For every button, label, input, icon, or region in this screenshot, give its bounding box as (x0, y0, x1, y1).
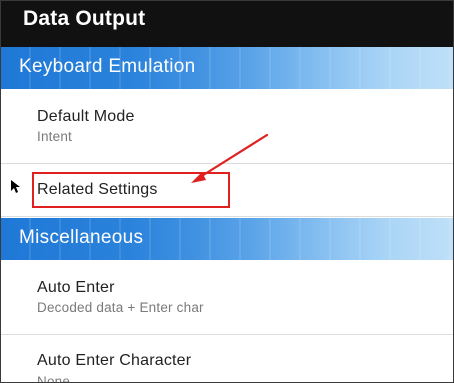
pref-auto-enter-character[interactable]: Auto Enter Character None (1, 335, 453, 383)
settings-screen: Data Output Keyboard Emulation Default M… (0, 0, 454, 383)
pref-auto-enter[interactable]: Auto Enter Decoded data + Enter char (1, 260, 453, 335)
pref-default-mode[interactable]: Default Mode Intent (1, 89, 453, 164)
section-title: Keyboard Emulation (19, 56, 196, 77)
pref-summary: Decoded data + Enter char (37, 300, 204, 315)
section-title: Miscellaneous (19, 227, 144, 248)
app-bar-title: Data Output (23, 7, 146, 30)
section-header-keyboard-emulation: Keyboard Emulation (1, 47, 453, 89)
app-bar: Data Output (1, 1, 453, 47)
annotation-highlight-box (32, 172, 230, 208)
pref-title: Auto Enter (37, 279, 115, 296)
pref-title: Default Mode (37, 108, 135, 125)
mouse-pointer-icon (11, 180, 20, 193)
pref-title: Auto Enter Character (37, 352, 192, 369)
pref-summary: Intent (37, 129, 72, 144)
section-header-miscellaneous: Miscellaneous (1, 218, 453, 260)
pref-summary: None (37, 374, 71, 383)
